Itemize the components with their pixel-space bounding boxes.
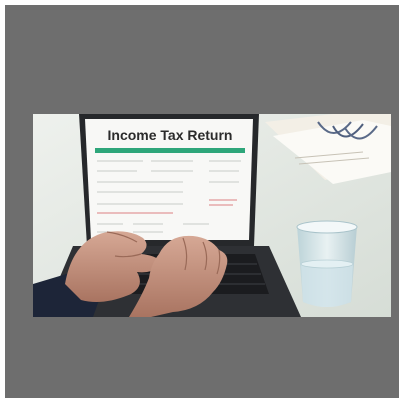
- photo-illustration: Income Tax Return: [33, 114, 391, 317]
- water-glass: [296, 220, 358, 307]
- screen-title: Income Tax Return: [108, 127, 233, 143]
- photo-laptop-tax-return: Income Tax Return: [33, 114, 391, 317]
- form-header-bar: [95, 148, 245, 153]
- image-frame: Income Tax Return: [5, 5, 399, 398]
